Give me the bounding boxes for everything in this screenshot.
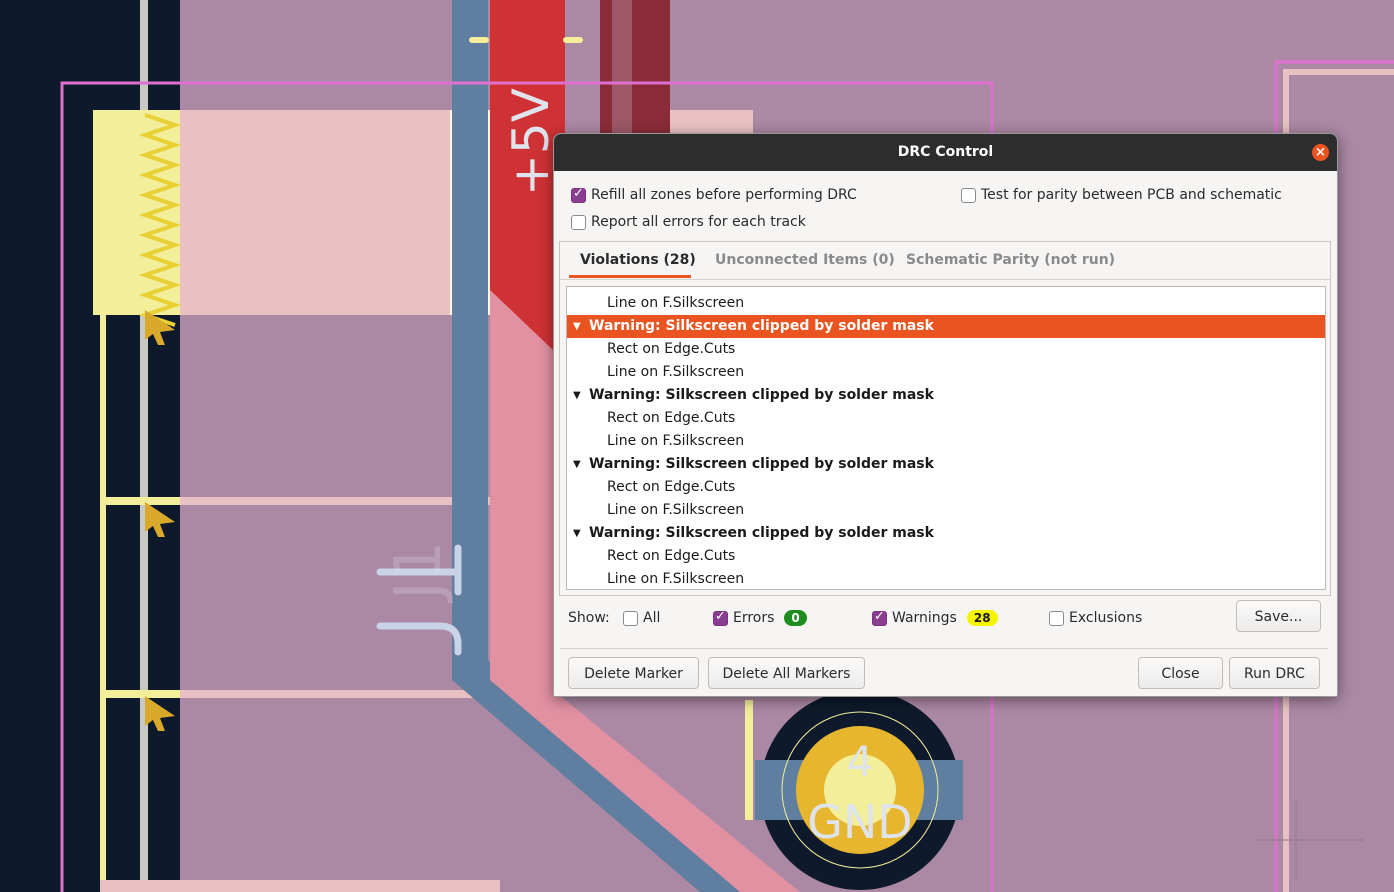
list-item[interactable]: Line on F.Silkscreen	[567, 499, 1325, 522]
refill-zones-checkbox[interactable]: Refill all zones before performing DRC	[571, 186, 857, 203]
active-tab-indicator	[569, 275, 691, 278]
list-item[interactable]: Line on F.Silkscreen	[567, 361, 1325, 384]
list-item[interactable]: Rect on Edge.Cuts	[567, 545, 1325, 568]
tab-unconnected-items[interactable]: Unconnected Items (0)	[715, 242, 895, 279]
pad-number: 4	[847, 737, 874, 786]
test-parity-checkbox[interactable]: Test for parity between PCB and schemati…	[961, 187, 1282, 203]
silkscreen-line-h2-yellow	[100, 690, 180, 698]
show-all-label: All	[643, 610, 661, 626]
violation-title: Warning: Silkscreen clipped by solder ma…	[589, 318, 934, 334]
pad-mask-area	[180, 110, 490, 315]
checkbox-checked-icon[interactable]	[872, 609, 887, 626]
checkbox-unchecked-icon[interactable]	[571, 214, 586, 230]
show-warnings-checkbox[interactable]: Warnings 28	[872, 609, 998, 626]
violation-row-selected[interactable]: ▼ Warning: Silkscreen clipped by solder …	[567, 315, 1325, 338]
dialog-title: DRC Control	[897, 144, 994, 160]
show-errors-checkbox[interactable]: Errors 0	[713, 609, 807, 626]
silkscreen-pad-outline	[745, 700, 753, 820]
checkbox-unchecked-icon[interactable]	[1049, 610, 1064, 626]
dialog-titlebar[interactable]: DRC Control ×	[554, 134, 1337, 171]
violations-list[interactable]: Line on F.Silkscreen ▼ Warning: Silkscre…	[566, 286, 1326, 590]
drc-control-dialog: DRC Control × Refill all zones before pe…	[553, 133, 1338, 697]
net-label-5v: +5V	[502, 88, 560, 196]
list-item[interactable]: Line on F.Silkscreen	[567, 430, 1325, 453]
pad-net-name: GND	[807, 795, 912, 849]
violation-title: Warning: Silkscreen clipped by solder ma…	[589, 525, 934, 541]
list-item[interactable]: Rect on Edge.Cuts	[567, 476, 1325, 499]
violation-row[interactable]: ▼ Warning: Silkscreen clipped by solder …	[567, 522, 1325, 545]
silkscreen-line-left	[100, 315, 106, 892]
tab-bar: Violations (28) Unconnected Items (0) Sc…	[560, 242, 1330, 280]
show-exclusions-checkbox[interactable]: Exclusions	[1049, 610, 1142, 626]
dark-red-track	[600, 0, 670, 135]
tab-violations[interactable]: Violations (28)	[580, 242, 696, 279]
expander-triangle-icon[interactable]: ▼	[573, 384, 581, 407]
separator	[560, 648, 1328, 649]
close-icon[interactable]: ×	[1312, 144, 1329, 161]
silkscreen-line-bottom	[100, 880, 500, 892]
list-item[interactable]: Line on F.Silkscreen	[567, 292, 1325, 315]
checkbox-checked-icon[interactable]	[713, 609, 728, 626]
show-all-checkbox[interactable]: All	[623, 610, 660, 626]
silkscreen-line-h1-yellow	[100, 497, 180, 505]
checkbox-checked-icon[interactable]	[571, 186, 586, 203]
checkbox-unchecked-icon[interactable]	[961, 187, 976, 203]
list-item[interactable]: Line on F.Silkscreen	[567, 568, 1325, 589]
refill-zones-label: Refill all zones before performing DRC	[591, 187, 857, 203]
show-label: Show:	[568, 610, 610, 626]
tab-schematic-parity[interactable]: Schematic Parity (not run)	[906, 242, 1115, 279]
list-item[interactable]: Rect on Edge.Cuts	[567, 338, 1325, 361]
expander-triangle-icon[interactable]: ▼	[573, 315, 581, 338]
expander-triangle-icon[interactable]: ▼	[573, 453, 581, 476]
violation-row[interactable]: ▼ Warning: Silkscreen clipped by solder …	[567, 384, 1325, 407]
violation-row[interactable]: ▼ Warning: Silkscreen clipped by solder …	[567, 453, 1325, 476]
show-warnings-label: Warnings	[892, 610, 957, 626]
test-parity-label: Test for parity between PCB and schemati…	[981, 187, 1282, 203]
delete-marker-button[interactable]: Delete Marker	[568, 657, 699, 689]
checkbox-unchecked-icon[interactable]	[623, 610, 638, 626]
show-filter-row: Show: All Errors 0 Warnings 28 Exclusion…	[554, 600, 1337, 636]
delete-all-markers-button[interactable]: Delete All Markers	[708, 657, 865, 689]
warnings-count-badge: 28	[966, 610, 998, 626]
ref-label-j1: J1	[382, 540, 456, 604]
violation-title: Warning: Silkscreen clipped by solder ma…	[589, 387, 934, 403]
report-all-errors-label: Report all errors for each track	[591, 214, 806, 230]
dark-red-track-edge	[612, 0, 632, 135]
close-button[interactable]: Close	[1138, 657, 1223, 689]
expander-triangle-icon[interactable]: ▼	[573, 522, 581, 545]
report-all-errors-checkbox[interactable]: Report all errors for each track	[571, 214, 806, 230]
list-item[interactable]: Rect on Edge.Cuts	[567, 407, 1325, 430]
run-drc-button[interactable]: Run DRC	[1229, 657, 1320, 689]
show-errors-label: Errors	[733, 610, 775, 626]
save-button[interactable]: Save...	[1236, 600, 1321, 632]
show-exclusions-label: Exclusions	[1069, 610, 1143, 626]
silkscreen-line-h2	[180, 690, 480, 698]
violation-title: Warning: Silkscreen clipped by solder ma…	[589, 456, 934, 472]
errors-count-badge: 0	[784, 610, 807, 626]
results-notebook: Violations (28) Unconnected Items (0) Sc…	[559, 241, 1331, 596]
